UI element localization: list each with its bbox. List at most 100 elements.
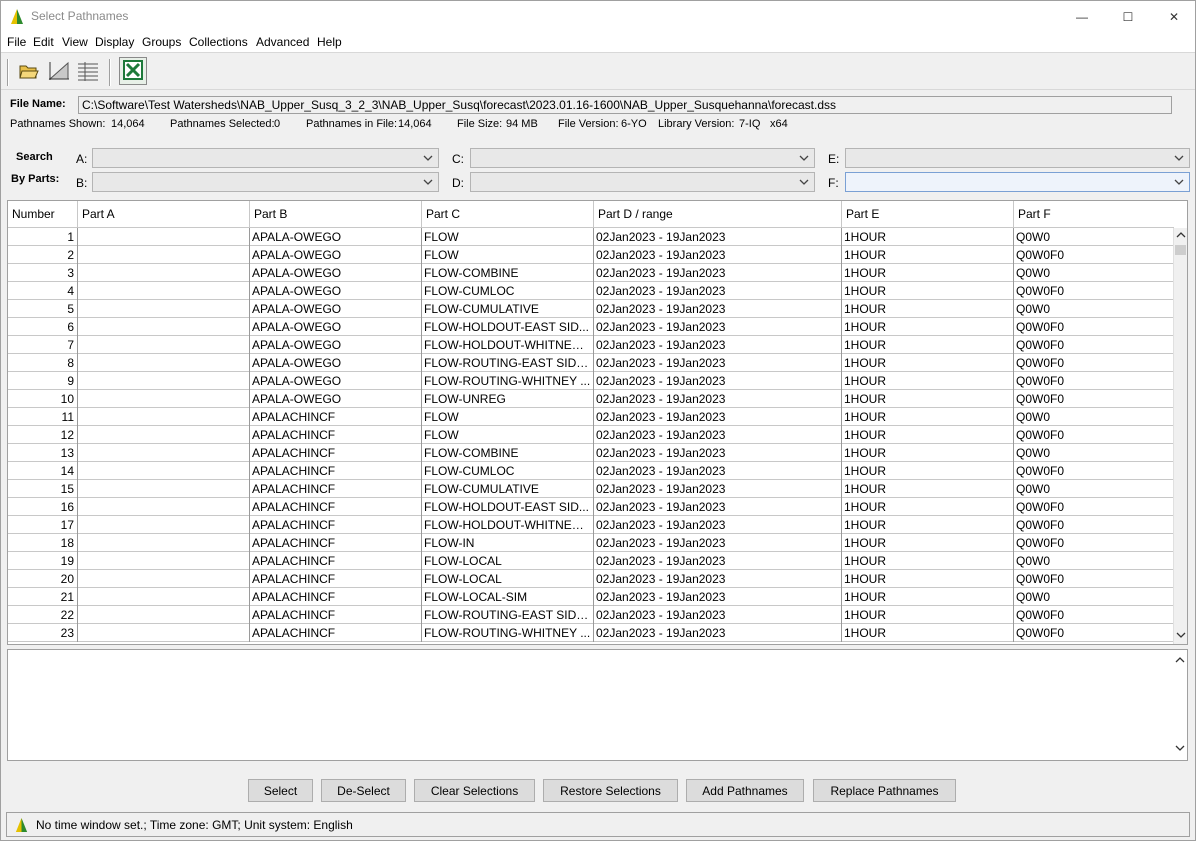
cell-part-b: APALA-OWEGO (250, 336, 422, 354)
cell-number: 10 (8, 390, 78, 408)
table-row[interactable]: 4 APALA-OWEGO FLOW-CUMLOC 02Jan2023 - 19Jan… (8, 282, 1174, 300)
open-file-button[interactable] (16, 59, 42, 85)
menu-advanced[interactable]: Advanced (256, 35, 309, 49)
scroll-up-icon[interactable] (1175, 654, 1185, 668)
cell-part-c: FLOW-LOCAL (422, 570, 594, 588)
table-row[interactable]: 12 APALACHINCF FLOW 02Jan2023 - 19Jan2023 1H… (8, 426, 1174, 444)
scroll-down-icon[interactable] (1174, 630, 1187, 642)
cell-part-f: Q0W0F0 (1016, 428, 1065, 442)
selected-pathnames-area[interactable] (7, 649, 1188, 761)
table-row[interactable]: 14 APALACHINCF FLOW-CUMLOC 02Jan2023 - 19Ja… (8, 462, 1174, 480)
table-row[interactable]: 20 APALACHINCF FLOW-LOCAL 02Jan2023 - 19Jan… (8, 570, 1174, 588)
column-header-number[interactable]: Number (8, 201, 78, 228)
table-row[interactable]: 5 APALA-OWEGO FLOW-CUMULATIVE 02Jan2023 - 1… (8, 300, 1174, 318)
deselect-button[interactable]: De-Select (321, 779, 406, 802)
add-pathnames-button[interactable]: Add Pathnames (686, 779, 804, 802)
selected-scrollbar[interactable] (1173, 650, 1187, 760)
cell-part-c: FLOW-HOLDOUT-EAST SID... (422, 498, 594, 516)
table-row[interactable]: 2 APALA-OWEGO FLOW 02Jan2023 - 19Jan2023 1HO… (8, 246, 1174, 264)
cell-part-e: 1HOUR (842, 516, 1014, 534)
table-row[interactable]: 9 APALA-OWEGO FLOW-ROUTING-WHITNEY ... 02Ja… (8, 372, 1174, 390)
menu-groups[interactable]: Groups (142, 35, 181, 49)
part-a-label: A: (76, 152, 88, 166)
table-row[interactable]: 13 APALACHINCF FLOW-COMBINE 02Jan2023 - 19J… (8, 444, 1174, 462)
hec-dssvue-icon (14, 817, 29, 833)
cell-part-a (78, 570, 250, 588)
cell-part-d: 02Jan2023 - 19Jan2023 (594, 552, 842, 570)
export-excel-button[interactable] (119, 57, 147, 85)
toolbar-separator (7, 59, 9, 86)
table-row[interactable]: 7 APALA-OWEGO FLOW-HOLDOUT-WHITNEY ... 02Ja… (8, 336, 1174, 354)
cell-part-b: APALA-OWEGO (250, 282, 422, 300)
cell-number: 22 (8, 606, 78, 624)
menu-display[interactable]: Display (95, 35, 134, 49)
table-header: Number Part A Part B Part C Part D / ran… (8, 201, 1174, 228)
column-header-part-b[interactable]: Part B (250, 201, 422, 228)
menu-help[interactable]: Help (317, 35, 342, 49)
scrollbar-thumb[interactable] (1175, 245, 1186, 255)
plot-button[interactable] (46, 59, 72, 85)
cell-part-f: Q0W0F0 (1016, 518, 1065, 532)
table-row[interactable]: 8 APALA-OWEGO FLOW-ROUTING-EAST SIDN... 02J… (8, 354, 1174, 372)
part-c-combo[interactable] (470, 148, 815, 168)
pathnames-shown-value: 14,064 (111, 118, 145, 130)
column-header-part-e[interactable]: Part E (842, 201, 1014, 228)
column-header-part-a[interactable]: Part A (78, 201, 250, 228)
column-header-part-f[interactable]: Part F (1014, 201, 1174, 228)
cell-part-a (78, 426, 250, 444)
table-row[interactable]: 21 APALACHINCF FLOW-LOCAL-SIM 02Jan2023 - 1… (8, 588, 1174, 606)
scroll-up-icon[interactable] (1174, 230, 1187, 242)
menu-file[interactable]: File (7, 35, 26, 49)
menu-view[interactable]: View (62, 35, 88, 49)
select-button[interactable]: Select (248, 779, 313, 802)
table-row[interactable]: 3 APALA-OWEGO FLOW-COMBINE 02Jan2023 - 19Ja… (8, 264, 1174, 282)
pathnames-table[interactable]: Number Part A Part B Part C Part D / ran… (7, 200, 1188, 645)
cell-part-f: Q0W0F0 (1016, 464, 1065, 478)
part-b-combo[interactable] (92, 172, 439, 192)
clear-selections-button[interactable]: Clear Selections (414, 779, 535, 802)
toolbar-separator (109, 59, 111, 86)
column-header-part-d[interactable]: Part D / range (594, 201, 842, 228)
minimize-button[interactable]: — (1059, 1, 1105, 32)
menu-collections[interactable]: Collections (189, 35, 248, 49)
cell-number: 23 (8, 624, 78, 642)
cell-part-a (78, 372, 250, 390)
restore-selections-button[interactable]: Restore Selections (543, 779, 678, 802)
cell-part-e: 1HOUR (842, 444, 1014, 462)
part-b-label: B: (76, 176, 88, 190)
menu-edit[interactable]: Edit (33, 35, 54, 49)
part-a-combo[interactable] (92, 148, 439, 168)
scroll-down-icon[interactable] (1175, 742, 1185, 756)
table-row[interactable]: 22 APALACHINCF FLOW-ROUTING-EAST SIDN... 02… (8, 606, 1174, 624)
cell-part-e: 1HOUR (842, 300, 1014, 318)
table-row[interactable]: 10 APALA-OWEGO FLOW-UNREG 02Jan2023 - 19Jan… (8, 390, 1174, 408)
table-row[interactable]: 17 APALACHINCF FLOW-HOLDOUT-WHITNEY ... 02J… (8, 516, 1174, 534)
menu-bar: File Edit View Display Groups Collection… (1, 32, 1195, 52)
cell-part-e: 1HOUR (842, 372, 1014, 390)
tabulate-button[interactable] (75, 59, 101, 85)
cell-part-a (78, 498, 250, 516)
part-d-combo[interactable] (470, 172, 815, 192)
part-f-combo[interactable] (845, 172, 1190, 192)
cell-number: 20 (8, 570, 78, 588)
table-row[interactable]: 15 APALACHINCF FLOW-CUMULATIVE 02Jan2023 - … (8, 480, 1174, 498)
table-row[interactable]: 23 APALACHINCF FLOW-ROUTING-WHITNEY ... 02J… (8, 624, 1174, 642)
table-row[interactable]: 1 APALA-OWEGO FLOW 02Jan2023 - 19Jan2023 1HO… (8, 228, 1174, 246)
close-button[interactable]: ✕ (1151, 1, 1196, 32)
table-row[interactable]: 19 APALACHINCF FLOW-LOCAL 02Jan2023 - 19Jan… (8, 552, 1174, 570)
table-row[interactable]: 18 APALACHINCF FLOW-IN 02Jan2023 - 19Jan202… (8, 534, 1174, 552)
cell-part-b: APALA-OWEGO (250, 246, 422, 264)
table-row[interactable]: 6 APALA-OWEGO FLOW-HOLDOUT-EAST SID... 02Ja… (8, 318, 1174, 336)
cell-part-e: 1HOUR (842, 426, 1014, 444)
part-e-combo[interactable] (845, 148, 1190, 168)
library-version-value: 7-IQ (739, 118, 761, 130)
replace-pathnames-button[interactable]: Replace Pathnames (813, 779, 956, 802)
table-row[interactable]: 11 APALACHINCF FLOW 02Jan2023 - 19Jan2023 1H… (8, 408, 1174, 426)
hec-dssvue-icon (9, 8, 25, 25)
cell-part-e: 1HOUR (842, 354, 1014, 372)
column-header-part-c[interactable]: Part C (422, 201, 594, 228)
table-scrollbar[interactable] (1173, 228, 1187, 644)
chevron-down-icon (1174, 179, 1184, 185)
maximize-button[interactable]: ☐ (1105, 1, 1151, 32)
table-row[interactable]: 16 APALACHINCF FLOW-HOLDOUT-EAST SID... 02J… (8, 498, 1174, 516)
